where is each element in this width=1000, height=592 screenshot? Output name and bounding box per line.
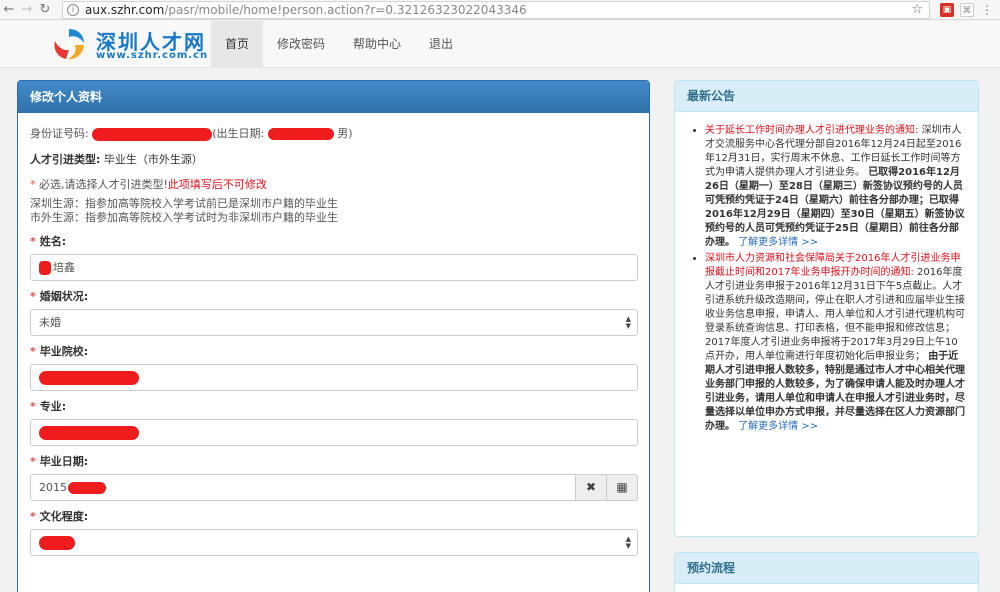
id-label: 身份证号码: <box>30 127 89 140</box>
graddate-group: 2015 ✖ ▦ <box>30 474 638 501</box>
edit-profile-panel: 修改个人资料 身份证号码: (出生日期: 男) 人才引进类型: 毕业生（市外生源… <box>17 80 650 592</box>
redaction-mark <box>39 261 51 275</box>
more-details-link[interactable]: 了解更多详情 >> <box>738 421 818 432</box>
reload-icon[interactable]: ↻ <box>36 0 54 20</box>
forward-icon[interactable]: → <box>18 0 36 20</box>
id-line: 身份证号码: (出生日期: 男) <box>30 126 637 142</box>
announcement-item: 关于延长工作时间办理人才引进代理业务的通知: 深圳市人才交流服务中心各代理分部自… <box>705 124 966 250</box>
nav-logout[interactable]: 退出 <box>415 21 467 68</box>
announcement-list: 关于延长工作时间办理人才引进代理业务的通知: 深圳市人才交流服务中心各代理分部自… <box>675 112 978 434</box>
url-path: /pasr/mobile/home!person.action?r=0.3212… <box>164 3 527 17</box>
announcement-bold-text: 由于近期人才引进申报人数较多，特别是通过市人才中心相关代理业务部门申报的人数较多… <box>705 351 965 432</box>
name-label: * 姓名: <box>30 235 67 248</box>
more-details-link[interactable]: 了解更多详情 >> <box>738 237 818 248</box>
announcement-item: 深圳市人力资源和社会保障局关于2016年人才引进业务申报截止时间和2017年业务… <box>705 252 966 434</box>
select-arrows-icon: ▲ ▼ <box>625 535 631 550</box>
name-input[interactable]: 培鑫 <box>30 254 638 281</box>
booking-process-panel: 预约流程 <box>674 552 979 592</box>
talent-type-value: 毕业生（市外生源） <box>103 153 203 166</box>
nav-home[interactable]: 首页 <box>211 21 264 68</box>
marital-select[interactable]: 未婚 ▲ ▼ <box>30 309 638 336</box>
birth-label: (出生日期: <box>212 127 265 140</box>
desc-shenzhen: 深圳生源：指参加高等院校入学考试前已是深圳市户籍的毕业生 <box>30 197 338 210</box>
source-description: 深圳生源：指参加高等院校入学考试前已是深圳市户籍的毕业生 市外生源：指参加高等院… <box>30 197 637 225</box>
extension-icon[interactable]: ⌘ <box>960 3 974 17</box>
clear-date-icon[interactable]: ✖ <box>576 474 607 501</box>
desc-nonlocal: 市外生源：指参加高等院校入学考试时为非深圳市户籍的毕业生 <box>30 211 338 224</box>
redaction-mark <box>68 482 106 494</box>
site-logo-url: www.szhr.com.cn <box>96 50 209 61</box>
select-arrows-icon: ▲ ▼ <box>625 315 631 330</box>
note-warning: 此项填写后不可修改 <box>167 178 267 191</box>
extension-icon[interactable]: ▣ <box>940 3 954 17</box>
talent-type-line: 人才引进类型: 毕业生（市外生源） <box>30 152 637 168</box>
graddate-input[interactable]: 2015 <box>30 474 576 501</box>
school-label: * 毕业院校: <box>30 345 89 358</box>
nav-change-password[interactable]: 修改密码 <box>263 21 339 68</box>
school-input[interactable] <box>30 364 638 391</box>
top-nav: 首页 修改密码 帮助中心 退出 <box>211 21 467 68</box>
announcements-panel: 最新公告 关于延长工作时间办理人才引进代理业务的通知: 深圳市人才交流服务中心各… <box>674 80 979 537</box>
browser-toolbar: ← → ↻ i aux.szhr.com/pasr/mobile/home!pe… <box>0 0 1000 20</box>
major-label: * 专业: <box>30 400 67 413</box>
major-input[interactable] <box>30 419 638 446</box>
panel-heading: 修改个人资料 <box>18 81 649 113</box>
url-host: aux.szhr.com <box>85 3 165 17</box>
redaction-mark <box>39 426 139 440</box>
info-icon[interactable]: i <box>67 4 79 16</box>
graddate-label: * 毕业日期: <box>30 455 89 468</box>
note-text: 必选,请选择人才引进类型! <box>39 178 168 191</box>
address-bar[interactable]: i aux.szhr.com/pasr/mobile/home!person.a… <box>62 1 930 19</box>
nav-help-center[interactable]: 帮助中心 <box>339 21 415 68</box>
calendar-icon[interactable]: ▦ <box>607 474 638 501</box>
booking-process-heading: 预约流程 <box>675 553 978 584</box>
redaction-mark <box>39 371 139 385</box>
talent-type-note: * 必选,请选择人才引进类型!此项填写后不可修改 <box>30 177 637 193</box>
site-header: 深圳人才网 www.szhr.com.cn 首页 修改密码 帮助中心 退出 <box>0 21 1000 68</box>
menu-icon[interactable]: ⋮ <box>980 3 994 17</box>
talent-type-label: 人才引进类型: <box>30 153 101 166</box>
redaction-mark <box>39 536 75 550</box>
announcement-title[interactable]: 关于延长工作时间办理人才引进代理业务的通知: <box>705 125 918 136</box>
site-logo-icon[interactable] <box>50 25 88 63</box>
education-select[interactable]: ▲ ▼ <box>30 529 638 556</box>
gender-value: 男) <box>337 127 353 140</box>
announcement-text: 2016年度人才引进业务申报于2016年12月31日下午5点截止。人才引进系统升… <box>705 267 965 362</box>
education-label: * 文化程度: <box>30 510 89 523</box>
back-icon[interactable]: ← <box>0 0 18 20</box>
announcement-bold-text: 已取得2016年12月26日（星期一）至28日（星期三）新签协议预约号的人员可凭… <box>705 167 965 248</box>
announcements-heading: 最新公告 <box>675 81 978 112</box>
redaction-mark <box>267 128 334 140</box>
marital-label: * 婚姻状况: <box>30 290 89 303</box>
redaction-mark <box>92 127 213 141</box>
bookmark-star-icon[interactable]: ☆ <box>911 2 923 18</box>
required-star: * <box>30 178 36 191</box>
